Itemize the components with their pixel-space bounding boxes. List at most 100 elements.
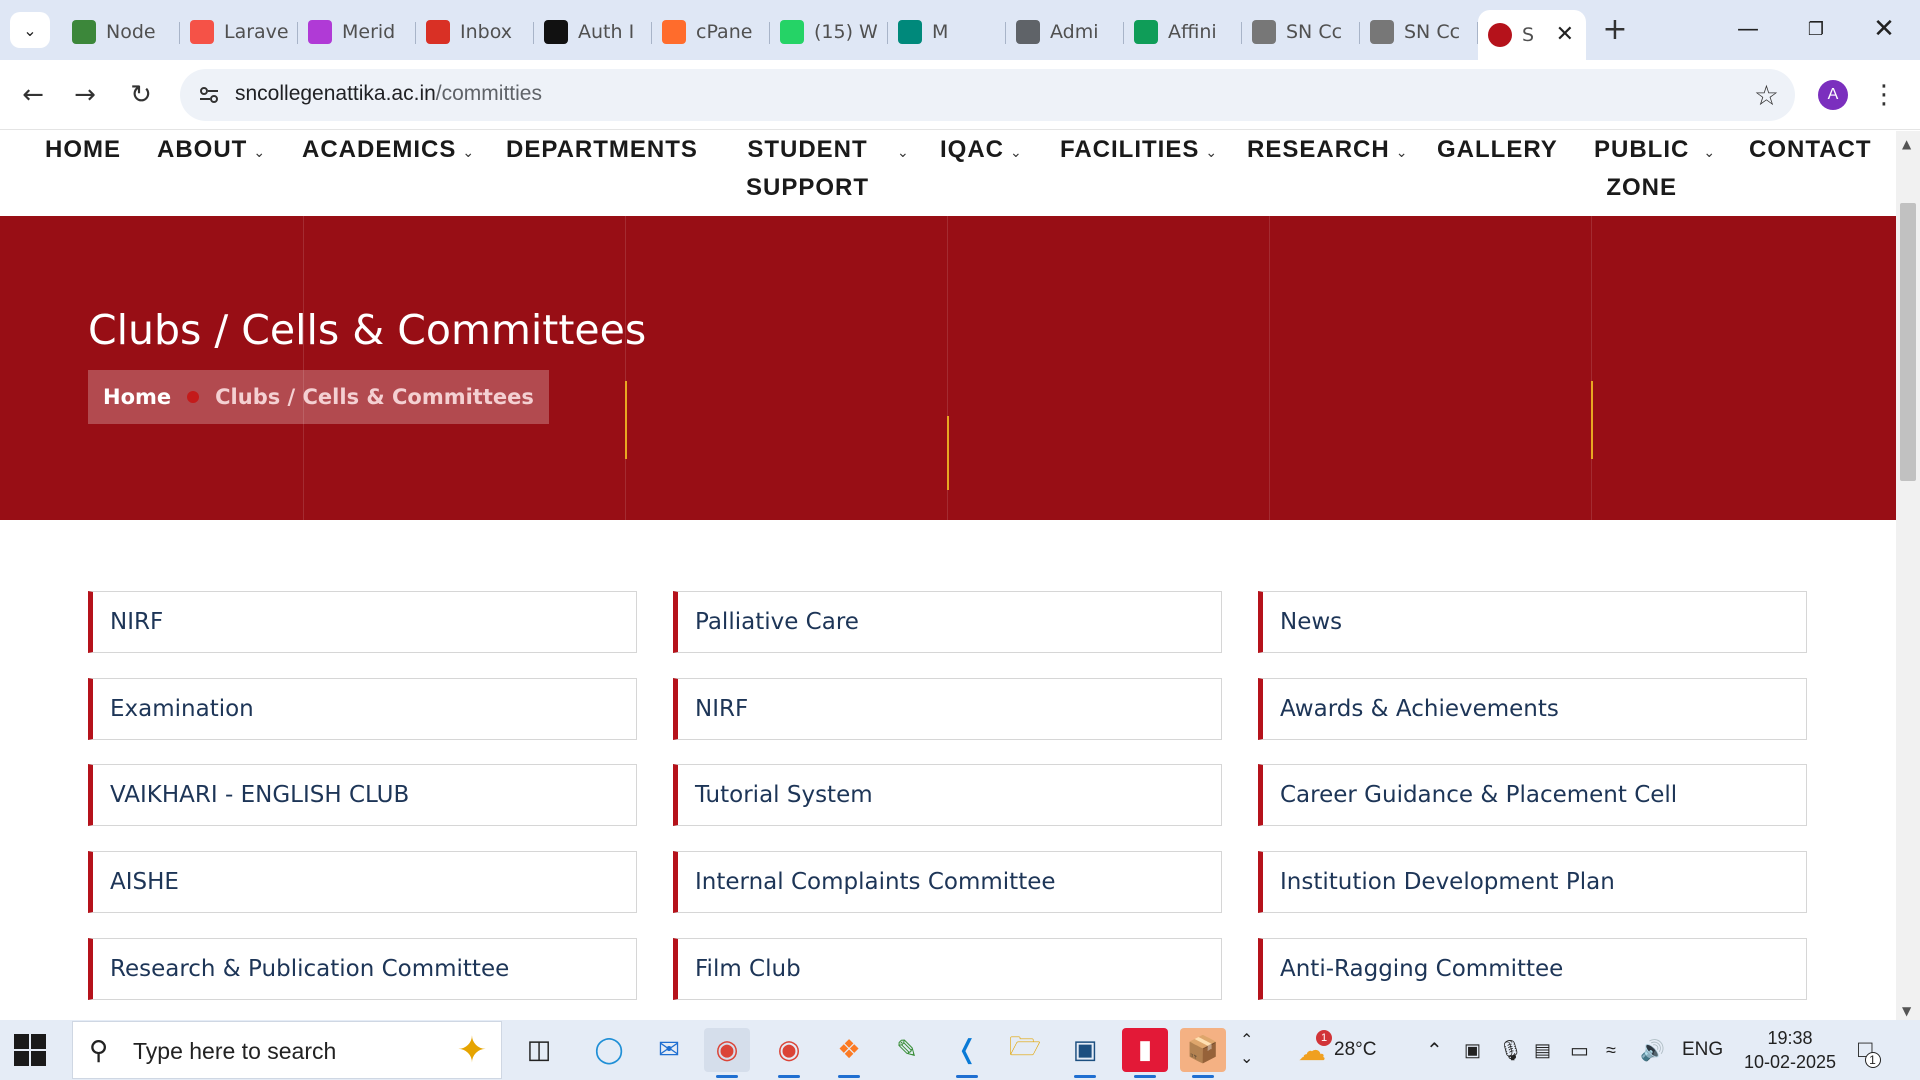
- profile-avatar[interactable]: A: [1818, 80, 1848, 110]
- restore-button[interactable]: ❐: [1782, 0, 1850, 58]
- committee-link[interactable]: NIRF: [88, 591, 637, 653]
- notepad-plus-icon[interactable]: ✎: [884, 1028, 930, 1072]
- committee-label: NIRF: [110, 609, 164, 635]
- nav-about[interactable]: ABOUT ⌄: [157, 131, 266, 171]
- battery-icon[interactable]: ▭: [1570, 1020, 1589, 1080]
- volume-icon[interactable]: 🔊: [1640, 1020, 1665, 1080]
- nav-label: HOME: [45, 136, 121, 163]
- browser-tab-active[interactable]: S ✕: [1478, 10, 1586, 60]
- browser-tab[interactable]: Node: [62, 10, 180, 54]
- weather-icon: ☁ 1: [1298, 1029, 1332, 1067]
- language-indicator[interactable]: ENG: [1682, 1020, 1723, 1080]
- committee-link[interactable]: Research & Publication Committee: [88, 938, 637, 1000]
- committee-link[interactable]: VAIKHARI - ENGLISH CLUB: [88, 764, 637, 826]
- committee-link[interactable]: Career Guidance & Placement Cell: [1258, 764, 1807, 826]
- weather-widget[interactable]: ☁ 1 28°C: [1298, 1020, 1376, 1080]
- vscode-icon[interactable]: ❬: [944, 1028, 990, 1078]
- bookmark-star-icon[interactable]: ☆: [1754, 79, 1779, 112]
- address-bar[interactable]: sncollegenattika.ac.in/committies ☆: [180, 69, 1795, 121]
- back-button[interactable]: ←: [14, 76, 52, 114]
- task-view-icon[interactable]: ◫: [516, 1028, 562, 1072]
- edge-icon[interactable]: ◯: [586, 1028, 632, 1072]
- chrome-profile-icon[interactable]: ◉: [766, 1028, 812, 1078]
- scroll-down-icon[interactable]: ▼: [1902, 1004, 1911, 1018]
- browser-toolbar: ← → ↻ sncollegenattika.ac.in/committies …: [0, 60, 1920, 130]
- committee-label: Research & Publication Committee: [110, 956, 510, 982]
- nav-student-support[interactable]: STUDENT SUPPORT ⌄: [746, 131, 910, 207]
- wifi-icon[interactable]: ≈: [1606, 1020, 1616, 1080]
- browser-tab[interactable]: Inbox: [416, 10, 534, 54]
- browser-tab[interactable]: SN Cc: [1242, 10, 1360, 54]
- breadcrumb-home-link[interactable]: Home: [103, 385, 171, 409]
- gmail-icon: [426, 20, 450, 44]
- nav-label: ACADEMICS: [302, 136, 457, 163]
- tab-list: Node Larave Merid Inbox Auth I cPane (15) W M Ad…: [62, 8, 1586, 60]
- browser-tab[interactable]: Merid: [298, 10, 416, 54]
- committee-link[interactable]: NIRF: [673, 678, 1222, 740]
- taskbar-search[interactable]: ⚲ Type here to search ✦: [72, 1021, 502, 1079]
- committee-link[interactable]: AISHE: [88, 851, 637, 913]
- page-title: Clubs / Cells & Committees: [88, 306, 647, 354]
- start-button[interactable]: [14, 1034, 46, 1066]
- committee-link[interactable]: Institution Development Plan: [1258, 851, 1807, 913]
- hidden-icons-chevron-icon[interactable]: ⌃: [1426, 1020, 1443, 1080]
- browser-tab[interactable]: (15) W: [770, 10, 888, 54]
- xampp-icon[interactable]: ❖: [826, 1028, 872, 1078]
- browser-tab[interactable]: Affini: [1124, 10, 1242, 54]
- nav-academics[interactable]: ACADEMICS ⌄: [302, 131, 475, 171]
- nav-public-zone[interactable]: PUBLIC ZONE ⌄: [1594, 131, 1716, 207]
- committee-link[interactable]: Internal Complaints Committee: [673, 851, 1222, 913]
- taskbar-clock[interactable]: 19:38 10-02-2025: [1725, 1026, 1855, 1074]
- college-seal-icon: [1252, 20, 1276, 44]
- new-tab-button[interactable]: +: [1598, 12, 1632, 47]
- meet-now-icon[interactable]: ▣: [1464, 1020, 1481, 1080]
- mysql-workbench-icon[interactable]: ▣: [1062, 1028, 1108, 1078]
- minimize-button[interactable]: —: [1714, 0, 1782, 58]
- forward-button[interactable]: →: [66, 76, 104, 114]
- scroll-up-icon[interactable]: ▲: [1902, 137, 1911, 151]
- browser-tab[interactable]: cPane: [652, 10, 770, 54]
- nav-iqac[interactable]: IQAC ⌄: [940, 131, 1023, 171]
- app-red-icon[interactable]: ▮: [1122, 1028, 1168, 1078]
- page-scrollbar[interactable]: ▲ ▼: [1896, 131, 1920, 1020]
- committee-link[interactable]: Anti-Ragging Committee: [1258, 938, 1807, 1000]
- file-explorer-icon[interactable]: 🗁: [1002, 1028, 1048, 1072]
- scrollbar-thumb[interactable]: [1900, 203, 1916, 481]
- chrome-icon[interactable]: ◉: [704, 1028, 750, 1078]
- kebab-menu-icon[interactable]: ⋮: [1871, 78, 1897, 112]
- committee-link[interactable]: Palliative Care: [673, 591, 1222, 653]
- nav-gallery[interactable]: GALLERY: [1437, 131, 1558, 169]
- committee-link[interactable]: News: [1258, 591, 1807, 653]
- close-window-button[interactable]: ✕: [1850, 0, 1918, 58]
- browser-tab[interactable]: M: [888, 10, 1006, 54]
- nav-label: DEPARTMENTS: [506, 136, 698, 163]
- browser-tab[interactable]: Auth I: [534, 10, 652, 54]
- display-icon[interactable]: ▤: [1534, 1020, 1551, 1080]
- hero-divider: [303, 216, 304, 520]
- committee-link[interactable]: Tutorial System: [673, 764, 1222, 826]
- nav-contact[interactable]: CONTACT: [1749, 131, 1872, 169]
- nav-facilities[interactable]: FACILITIES ⌄: [1060, 131, 1218, 171]
- close-tab-icon[interactable]: ✕: [1556, 22, 1574, 47]
- tab-search-button[interactable]: ⌄: [10, 12, 50, 48]
- mail-icon[interactable]: ✉: [646, 1028, 692, 1072]
- nav-label: RESEARCH: [1247, 136, 1390, 163]
- chevron-down-icon: ⌄: [1205, 144, 1219, 160]
- committee-link[interactable]: Examination: [88, 678, 637, 740]
- committee-link[interactable]: Awards & Achievements: [1258, 678, 1807, 740]
- notification-center-icon[interactable]: □ 1: [1858, 1020, 1881, 1080]
- file-manager-icon[interactable]: 📦: [1180, 1028, 1226, 1078]
- browser-tab-label: Affini: [1168, 21, 1217, 43]
- nav-home[interactable]: HOME: [45, 131, 121, 169]
- reload-button[interactable]: ↻: [122, 76, 160, 114]
- committee-link[interactable]: Film Club: [673, 938, 1222, 1000]
- microphone-icon[interactable]: 🎙: [1498, 1020, 1523, 1080]
- tray-overflow-icon[interactable]: ⌃ ⌄: [1240, 1020, 1253, 1080]
- browser-tab[interactable]: Admi: [1006, 10, 1124, 54]
- nav-research[interactable]: RESEARCH ⌄: [1247, 131, 1408, 171]
- committee-label: Internal Complaints Committee: [695, 869, 1056, 895]
- site-info-icon[interactable]: [196, 82, 222, 108]
- browser-tab[interactable]: Larave: [180, 10, 298, 54]
- browser-tab[interactable]: SN Cc: [1360, 10, 1478, 54]
- nav-departments[interactable]: DEPARTMENTS: [506, 131, 698, 169]
